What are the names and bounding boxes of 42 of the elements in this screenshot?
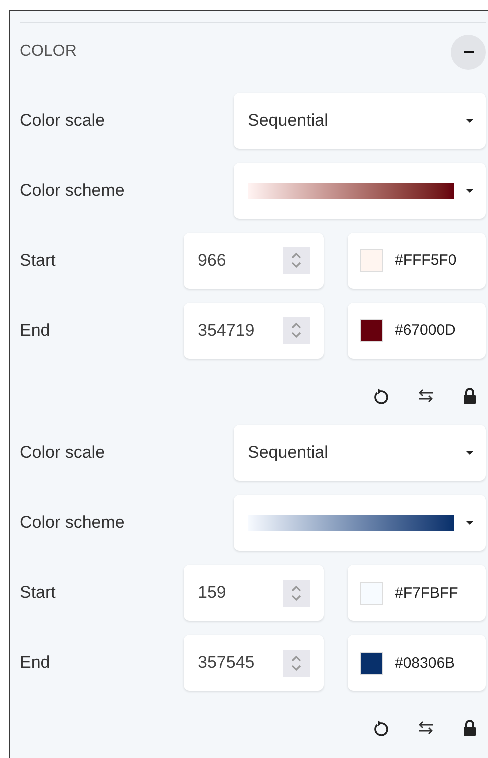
caret-icon	[466, 521, 474, 526]
field-label: End	[20, 653, 52, 674]
lock-button[interactable]	[463, 386, 477, 405]
swap-button[interactable]	[418, 721, 434, 736]
number-field[interactable]: 966	[184, 232, 324, 289]
field-label: Color scheme	[20, 180, 126, 201]
number-field[interactable]: 159	[184, 565, 324, 622]
lock-button[interactable]	[463, 719, 477, 738]
swap-button[interactable]	[418, 388, 434, 403]
reset-icon	[373, 719, 389, 738]
color-field[interactable]: #F7FBFF	[348, 565, 486, 622]
caret-icon	[466, 188, 474, 193]
lock-icon	[463, 386, 477, 405]
scale-dropdown[interactable]: Sequential	[234, 92, 486, 149]
field-label: Color scale	[20, 443, 106, 464]
color-swatch[interactable]	[360, 652, 383, 675]
color-swatch[interactable]	[360, 319, 383, 342]
color-swatch[interactable]	[360, 582, 383, 605]
swap-arrows-icon	[418, 721, 434, 736]
number-field[interactable]: 354719	[184, 302, 324, 359]
field-label: Color scheme	[20, 513, 126, 534]
color-field[interactable]: #08306B	[348, 635, 486, 692]
caret-icon	[466, 451, 474, 456]
caret-icon	[466, 118, 474, 123]
reset-button[interactable]	[373, 386, 389, 405]
reset-icon	[373, 386, 389, 405]
scheme-dropdown[interactable]	[234, 162, 486, 219]
color-field[interactable]: #67000D	[348, 302, 486, 359]
color-field[interactable]: #FFF5F0	[348, 232, 486, 289]
field-label: End	[20, 320, 52, 341]
color-swatch[interactable]	[360, 249, 383, 272]
collapse-button[interactable]	[451, 34, 486, 70]
swap-arrows-icon	[418, 388, 434, 403]
field-label: Start	[20, 250, 57, 271]
scheme-dropdown[interactable]	[234, 495, 486, 552]
section-title: COLOR	[20, 43, 77, 62]
number-field[interactable]: 357545	[184, 635, 324, 692]
reset-button[interactable]	[373, 719, 389, 738]
field-label: Start	[20, 583, 57, 604]
lock-icon	[463, 719, 477, 738]
field-label: Color scale	[20, 110, 106, 131]
scale-dropdown[interactable]: Sequential	[234, 425, 486, 482]
